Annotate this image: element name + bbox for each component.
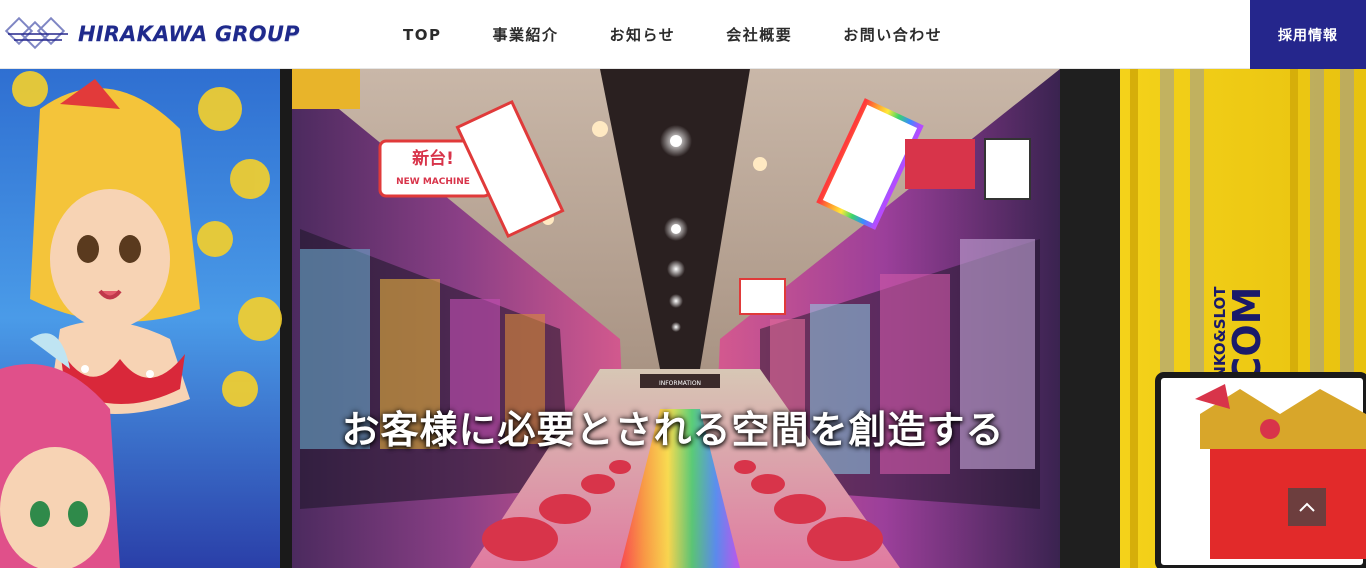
hero-section: 新台! NEW MACHINE INFORMATION PACHINKO&SLO…	[0, 69, 1366, 568]
nav-item-contact[interactable]: お問い合わせ	[843, 24, 942, 45]
sign-new-machine-jp: 新台!	[412, 148, 454, 169]
nav-item-top[interactable]: TOP	[403, 26, 441, 44]
recruit-button[interactable]: 採用情報	[1250, 0, 1366, 69]
hero-image: 新台! NEW MACHINE INFORMATION PACHINKO&SLO…	[0, 69, 1366, 568]
sign-new-machine-en: NEW MACHINE	[396, 177, 470, 187]
site-logo[interactable]: HIRAKAWA GROUP	[4, 13, 300, 55]
logo-text: HIRAKAWA GROUP	[78, 22, 300, 46]
chevron-up-icon	[1299, 502, 1315, 512]
hirakawa-logo-mark-icon	[4, 16, 68, 50]
main-nav: TOP 事業紹介 お知らせ 会社概要 お問い合わせ	[403, 0, 942, 69]
back-to-top-button[interactable]	[1288, 488, 1326, 526]
hero-catchphrase: お客様に必要とされる空間を創造する	[341, 407, 1005, 452]
nav-item-company[interactable]: 会社概要	[726, 24, 792, 45]
nav-item-business[interactable]: 事業紹介	[492, 24, 558, 45]
site-header: HIRAKAWA GROUP TOP 事業紹介 お知らせ 会社概要 お問い合わせ…	[0, 0, 1366, 69]
nav-item-news[interactable]: お知らせ	[610, 24, 676, 45]
sign-information: INFORMATION	[659, 380, 701, 387]
